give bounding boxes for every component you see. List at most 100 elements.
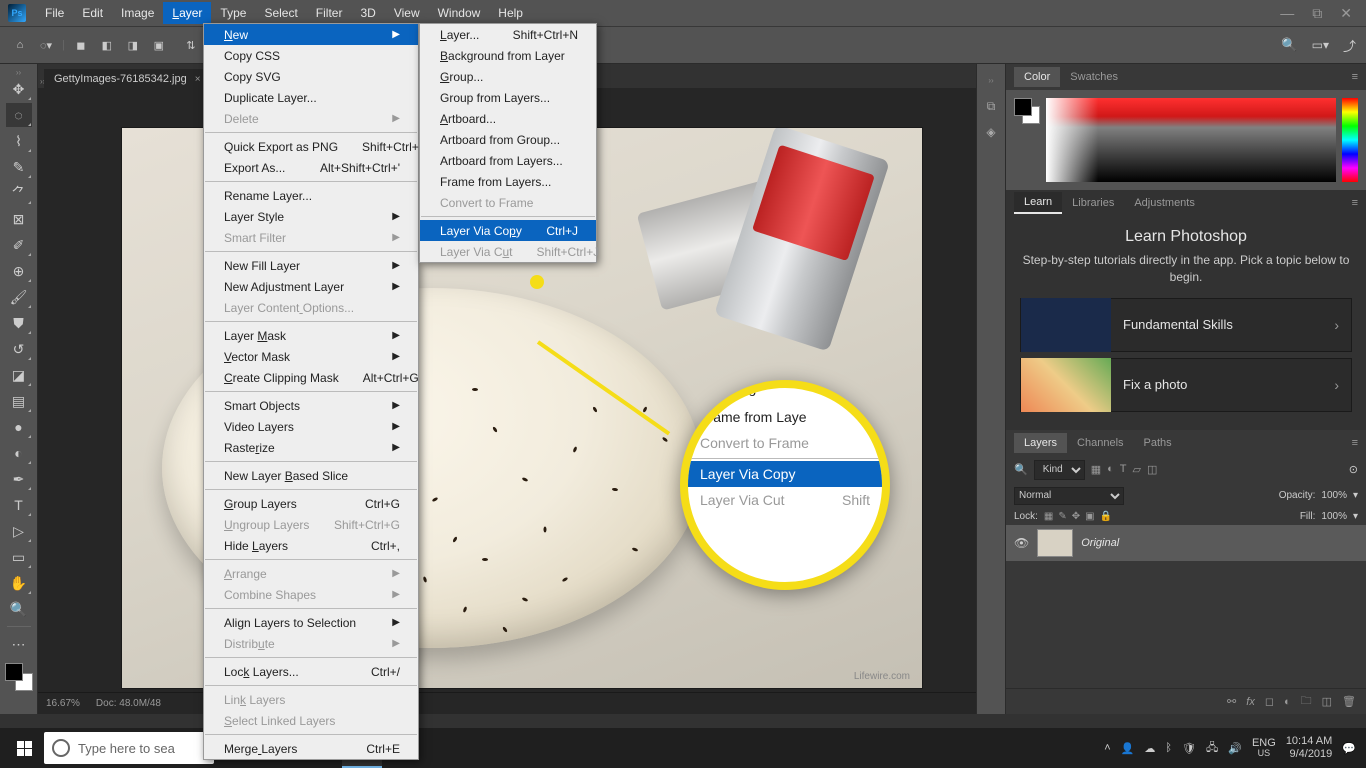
menu-filter[interactable]: Filter xyxy=(307,2,352,24)
menu-item[interactable]: Create Clipping MaskAlt+Ctrl+G xyxy=(204,367,418,388)
layer-fx-icon[interactable]: fx xyxy=(1246,696,1255,708)
menu-layer[interactable]: Layer xyxy=(163,2,211,24)
eraser-tool[interactable]: ◪ xyxy=(6,363,32,387)
tab-swatches[interactable]: Swatches xyxy=(1060,67,1128,87)
menu-select[interactable]: Select xyxy=(255,2,306,24)
home-icon[interactable]: ⌂ xyxy=(10,35,30,55)
menu-item[interactable]: Group... xyxy=(420,66,596,87)
menu-item[interactable]: Group LayersCtrl+G xyxy=(204,493,418,514)
edit-toolbar-icon[interactable]: ⋯ xyxy=(6,632,32,656)
menu-item[interactable]: New Layer Based Slice xyxy=(204,465,418,486)
menu-item[interactable]: Copy SVG xyxy=(204,66,418,87)
start-button[interactable] xyxy=(6,730,42,766)
marquee-tool[interactable]: ◌ xyxy=(6,103,32,127)
menu-edit[interactable]: Edit xyxy=(73,2,112,24)
workspace-icon[interactable]: ▭▾ xyxy=(1312,38,1329,52)
menu-file[interactable]: File xyxy=(36,2,73,24)
menu-item[interactable]: New Adjustment Layer▶ xyxy=(204,276,418,297)
healing-tool[interactable]: ⊕ xyxy=(6,259,32,283)
security-icon[interactable]: 🛡 xyxy=(1182,742,1196,755)
tab-channels[interactable]: Channels xyxy=(1067,433,1133,453)
frame-tool[interactable]: ⊠ xyxy=(6,207,32,231)
cloud-icon[interactable]: ☁ xyxy=(1144,742,1155,755)
selection-add-icon[interactable]: ◧ xyxy=(97,35,117,55)
menu-item[interactable]: Artboard from Group... xyxy=(420,129,596,150)
tab-adjustments[interactable]: Adjustments xyxy=(1124,193,1205,213)
filter-shape-icon[interactable]: ▱ xyxy=(1133,463,1141,476)
menu-item[interactable]: Hide LayersCtrl+, xyxy=(204,535,418,556)
fill-value[interactable]: 100% xyxy=(1321,511,1347,522)
stamp-tool[interactable]: ⛊ xyxy=(6,311,32,335)
panel-menu-icon[interactable]: ≡ xyxy=(1352,437,1358,449)
color-swatch[interactable] xyxy=(5,663,33,691)
lock-all-icon[interactable]: 🔒 xyxy=(1100,511,1112,522)
lock-position-icon[interactable]: ✥ xyxy=(1072,511,1080,522)
tab-learn[interactable]: Learn xyxy=(1014,192,1062,214)
learn-card-fix-photo[interactable]: Fix a photo › xyxy=(1020,358,1352,412)
tray-clock[interactable]: 10:14 AM9/4/2019 xyxy=(1286,735,1332,761)
layer-mask-icon[interactable]: ◻ xyxy=(1265,695,1274,708)
filter-type-icon[interactable]: T xyxy=(1120,463,1127,476)
tab-paths[interactable]: Paths xyxy=(1134,433,1182,453)
menu-item[interactable]: Artboard... xyxy=(420,108,596,129)
visibility-icon[interactable]: 👁 xyxy=(1014,536,1029,550)
opacity-value[interactable]: 100% xyxy=(1321,490,1347,501)
tab-layers[interactable]: Layers xyxy=(1014,433,1067,453)
history-panel-icon[interactable]: ⧉ xyxy=(981,96,1001,116)
menu-item[interactable]: Export As...Alt+Shift+Ctrl+' xyxy=(204,157,418,178)
selection-intersect-icon[interactable]: ▣ xyxy=(149,35,169,55)
menu-help[interactable]: Help xyxy=(489,2,532,24)
filter-adjustment-icon[interactable]: ◐ xyxy=(1107,463,1114,476)
history-brush-tool[interactable]: ↺ xyxy=(6,337,32,361)
filter-toggle-icon[interactable]: ⊙ xyxy=(1349,463,1358,476)
menu-item[interactable]: Artboard from Layers... xyxy=(420,150,596,171)
blur-tool[interactable]: ● xyxy=(6,415,32,439)
marquee-preset-icon[interactable]: ◌▾ xyxy=(36,35,56,55)
menu-window[interactable]: Window xyxy=(429,2,490,24)
menu-item[interactable]: Frame from Layers... xyxy=(420,171,596,192)
notifications-icon[interactable]: 💬 xyxy=(1342,742,1356,755)
network-icon[interactable]: 🖧 xyxy=(1206,739,1218,758)
menu-item[interactable]: Quick Export as PNGShift+Ctrl+' xyxy=(204,136,418,157)
bluetooth-icon[interactable]: ᛒ xyxy=(1165,742,1172,754)
new-group-icon[interactable]: 🗀 xyxy=(1301,692,1312,711)
layer-name[interactable]: Original xyxy=(1081,537,1119,549)
menu-item[interactable]: Smart Objects▶ xyxy=(204,395,418,416)
menu-item[interactable]: Duplicate Layer... xyxy=(204,87,418,108)
pen-tool[interactable]: ✒ xyxy=(6,467,32,491)
restore-icon[interactable]: ⧉ xyxy=(1312,5,1322,22)
taskbar-search[interactable]: Type here to sea xyxy=(44,732,214,764)
color-picker[interactable] xyxy=(1006,90,1366,190)
blend-mode-select[interactable]: Normal xyxy=(1014,487,1124,505)
lock-brush-icon[interactable]: ✎ xyxy=(1058,511,1066,522)
layer-row[interactable]: 👁 Original xyxy=(1006,525,1366,561)
tray-overflow-icon[interactable]: ˄ xyxy=(1104,742,1110,754)
tab-close-icon[interactable]: × xyxy=(195,74,201,85)
brush-tool[interactable]: 🖌 xyxy=(6,285,32,309)
menu-item[interactable]: Vector Mask▶ xyxy=(204,346,418,367)
menu-item[interactable]: New▶ xyxy=(204,24,418,45)
menu-type[interactable]: Type xyxy=(211,2,255,24)
type-tool[interactable]: T xyxy=(6,493,32,517)
layer-filter-select[interactable]: Kind xyxy=(1034,460,1085,480)
delete-layer-icon[interactable]: 🗑 xyxy=(1342,695,1356,708)
new-layer-icon[interactable]: ◫ xyxy=(1322,695,1332,708)
people-icon[interactable]: 👤 xyxy=(1121,742,1135,755)
link-layers-icon[interactable]: ⚯ xyxy=(1227,695,1236,708)
menu-item[interactable]: Group from Layers... xyxy=(420,87,596,108)
eyedropper-tool[interactable]: ✐ xyxy=(6,233,32,257)
move-tool[interactable]: ✥ xyxy=(6,77,32,101)
menu-item[interactable]: Rename Layer... xyxy=(204,185,418,206)
menu-3d[interactable]: 3D xyxy=(351,2,384,24)
lasso-tool[interactable]: ⌇ xyxy=(6,129,32,153)
minimize-icon[interactable]: — xyxy=(1280,5,1294,22)
search-icon[interactable]: 🔍 xyxy=(1281,37,1297,53)
zoom-level[interactable]: 16.67% xyxy=(46,698,80,709)
menu-item[interactable]: Align Layers to Selection▶ xyxy=(204,612,418,633)
menu-item[interactable]: Layer...Shift+Ctrl+N xyxy=(420,24,596,45)
lock-artboard-icon[interactable]: ▣ xyxy=(1085,511,1094,522)
gradient-tool[interactable]: ▤ xyxy=(6,389,32,413)
tab-color[interactable]: Color xyxy=(1014,67,1060,87)
document-tab[interactable]: GettyImages-76185342.jpg × xyxy=(44,69,211,88)
rectangle-tool[interactable]: ▭ xyxy=(6,545,32,569)
